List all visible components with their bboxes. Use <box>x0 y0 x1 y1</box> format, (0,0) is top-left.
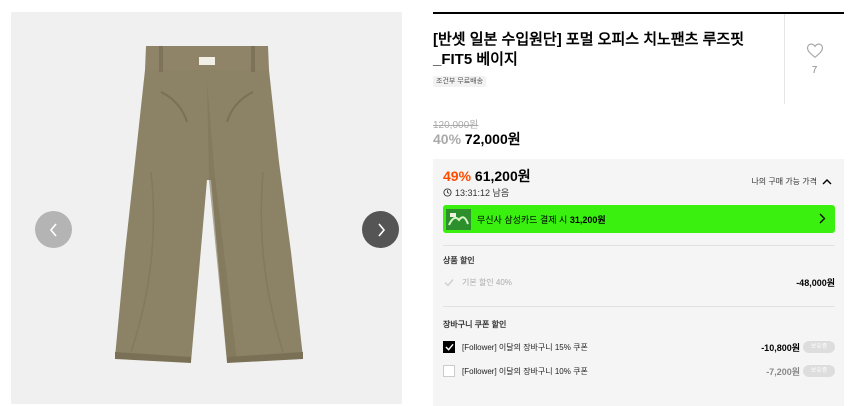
coupon-row[interactable]: [Follower] 이달의 장바구니 15% 쿠폰 -10,800원 보유중 <box>443 340 835 354</box>
sale-price-value: 72,000원 <box>464 131 521 147</box>
shipping-tag: 조건부 무료배송 <box>433 76 487 87</box>
chevron-left-icon <box>49 222 57 237</box>
like-count: 7 <box>811 65 818 76</box>
chevron-right-icon <box>819 213 826 224</box>
heart-outline-icon <box>806 43 823 59</box>
card-thumbnail <box>446 208 471 230</box>
gallery-prev-button[interactable] <box>35 211 72 248</box>
product-discount-label: 기본 할인 40% <box>462 277 512 287</box>
card-promo-banner[interactable]: 무신사 삼성카드 결제 시 31,200원 <box>443 205 835 233</box>
countdown-timer: 13:31:12 남음 <box>443 186 509 199</box>
sale-price: 40% 72,000원 <box>433 130 521 148</box>
clock-icon <box>443 188 452 197</box>
coupon-label: [Follower] 이달의 장바구니 10% 쿠폰 <box>462 366 588 376</box>
product-image <box>115 46 303 363</box>
best-discount-percent: 49% <box>443 168 472 184</box>
coupon-amount: -7,200원 <box>766 366 800 377</box>
gallery-next-button[interactable] <box>362 211 399 248</box>
card-promo-text: 무신사 삼성카드 결제 시 31,200원 <box>477 213 606 226</box>
product-info-panel: [반셋 일본 수입원단] 포멀 오피스 치노팬츠 루즈핏_FIT5 베이지 조건… <box>433 12 844 406</box>
check-icon <box>443 276 455 288</box>
coupon-amount: -10,800원 <box>761 342 800 353</box>
product-image-gallery <box>11 12 402 404</box>
coupon-status-badge: 보유중 <box>803 341 835 353</box>
product-discount-amount: -48,000원 <box>796 277 835 288</box>
card-promo-amount: 31,200원 <box>569 214 606 225</box>
divider <box>443 245 835 246</box>
price-detail-toggle-label: 나의 구매 가능 가격 <box>751 177 817 186</box>
divider <box>443 306 835 307</box>
product-discount-row: 기본 할인 40% -48,000원 <box>443 275 835 289</box>
divider <box>433 12 844 14</box>
chevron-up-icon <box>822 179 832 185</box>
coupon-checkbox[interactable] <box>443 341 455 353</box>
card-icon <box>446 208 471 230</box>
timer-text: 13:31:12 남음 <box>455 188 510 198</box>
product-discount-title: 상품 할인 <box>443 256 475 265</box>
best-price-value: 61,200원 <box>474 168 531 184</box>
coupon-checkbox[interactable] <box>443 365 455 377</box>
coupon-label: [Follower] 이달의 장바구니 15% 쿠폰 <box>462 342 588 352</box>
cart-coupon-title: 장바구니 쿠폰 할인 <box>443 320 507 329</box>
benefit-box: 49% 61,200원 13:31:12 남음 나의 구매 가능 가격 무신사 … <box>433 159 844 406</box>
best-price: 49% 61,200원 <box>443 167 531 185</box>
discount-percent: 40% <box>433 131 462 147</box>
like-button[interactable]: 7 <box>785 42 844 82</box>
product-title: [반셋 일본 수입원단] 포멀 오피스 치노팬츠 루즈핏_FIT5 베이지 <box>433 31 744 68</box>
coupon-row[interactable]: [Follower] 이달의 장바구니 10% 쿠폰 -7,200원 보유중 <box>443 364 835 378</box>
coupon-status-badge: 보유중 <box>803 365 835 377</box>
check-icon <box>444 343 454 351</box>
card-promo-label: 무신사 삼성카드 결제 시 <box>477 214 568 225</box>
original-price: 120,000원 <box>433 120 479 131</box>
chevron-right-icon <box>377 222 385 237</box>
price-detail-toggle[interactable]: 나의 구매 가능 가격 <box>751 176 832 187</box>
